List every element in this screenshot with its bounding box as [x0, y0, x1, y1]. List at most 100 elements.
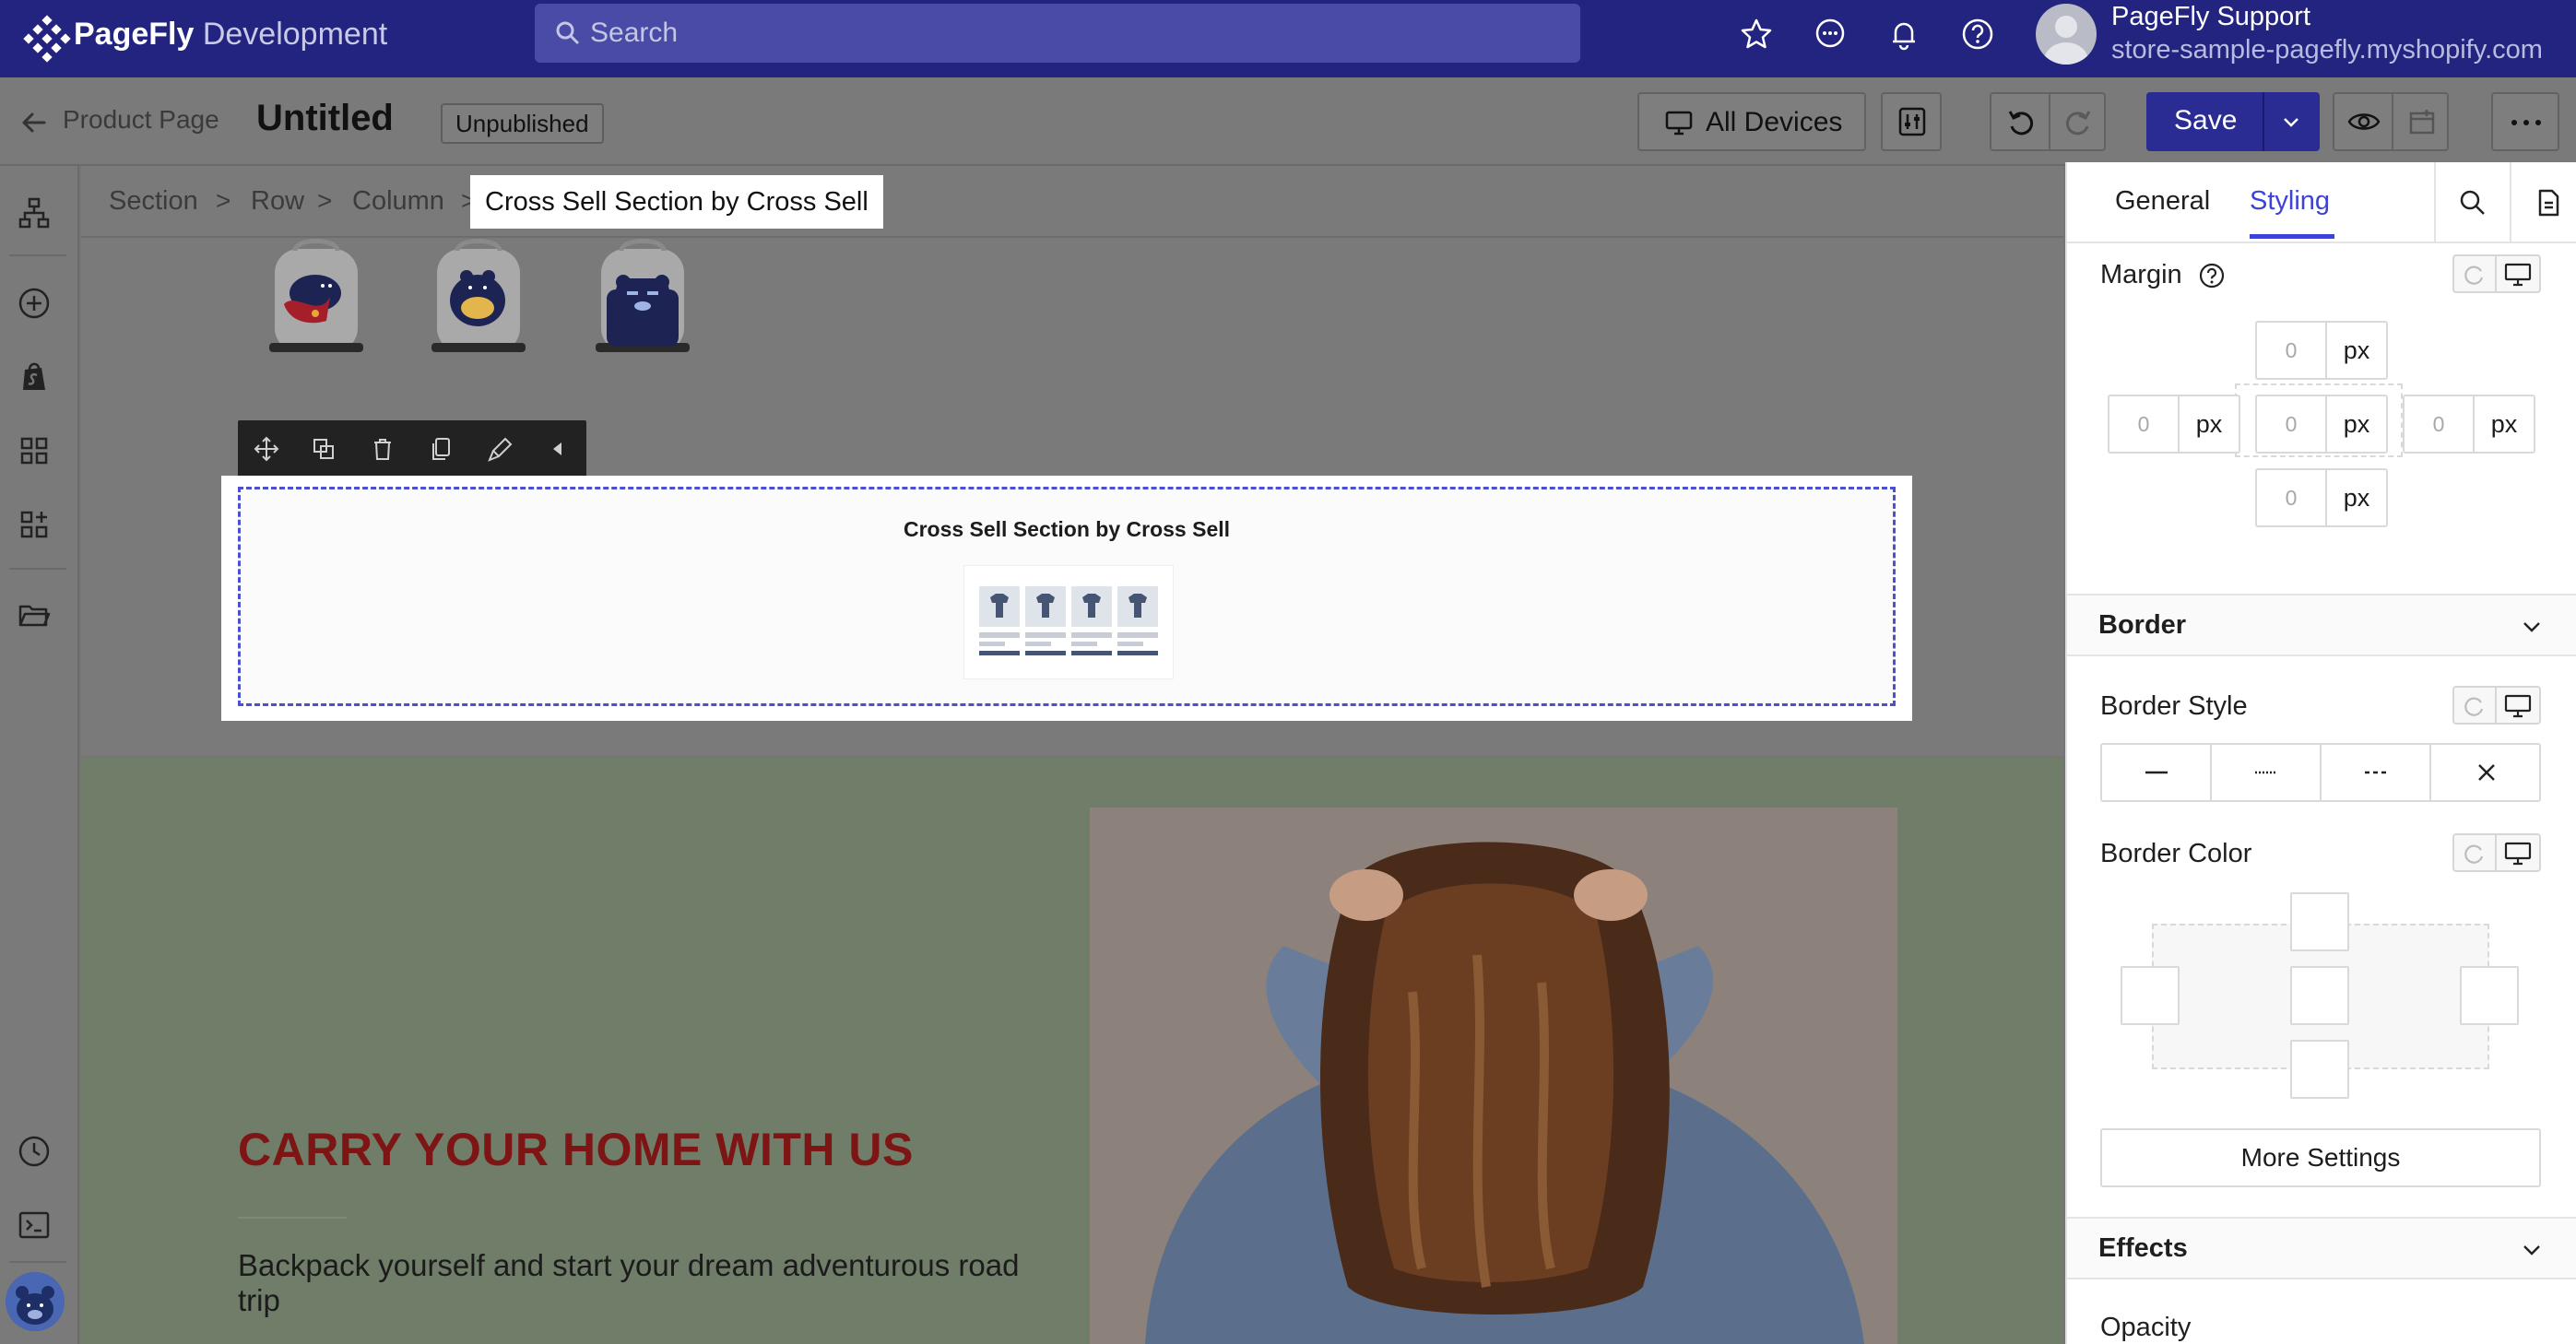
divider	[2049, 94, 2050, 149]
more-settings-button[interactable]: More Settings	[2100, 1128, 2541, 1187]
product-image[interactable]	[588, 236, 697, 358]
margin-top-input[interactable]: 0 px	[2255, 321, 2388, 380]
margin-unit[interactable]: px	[2327, 323, 2386, 378]
border-section-header[interactable]: Border	[2067, 594, 2576, 656]
undo-icon[interactable]	[2006, 108, 2036, 137]
document-panel-button[interactable]	[2510, 162, 2576, 243]
arrow-left-icon[interactable]	[18, 107, 50, 138]
margin-unit[interactable]: px	[2327, 470, 2386, 525]
user-avatar[interactable]	[2036, 4, 2097, 65]
breadcrumb-item-section[interactable]: Section	[109, 186, 198, 217]
product-image[interactable]	[424, 236, 533, 358]
margin-center-input[interactable]: 0 px	[2255, 395, 2388, 454]
chevron-down-icon[interactable]	[2277, 109, 2305, 136]
paint-icon[interactable]	[487, 435, 514, 463]
margin-label-text: Margin	[2100, 260, 2182, 289]
search-input[interactable]: Search	[535, 4, 1580, 63]
redo-icon[interactable]	[2063, 108, 2093, 137]
save-divider	[2263, 92, 2264, 151]
chevron-down-icon	[2519, 1237, 2545, 1263]
tab-styling[interactable]: Styling	[2250, 186, 2330, 217]
breadcrumb-item-active[interactable]: Cross Sell Section by Cross Sell	[470, 175, 883, 229]
move-icon[interactable]	[253, 435, 280, 463]
border-dotted-option[interactable]	[2212, 745, 2322, 800]
add-section-icon[interactable]	[17, 507, 52, 542]
settings-sliders-button[interactable]	[1881, 92, 1942, 151]
terminal-icon[interactable]	[17, 1208, 52, 1243]
hero-title[interactable]: CARRY YOUR HOME WITH US	[238, 1123, 914, 1176]
panel-tabs: General Styling	[2067, 162, 2576, 243]
pagefly-logo-icon	[20, 13, 74, 66]
user-name[interactable]: PageFly Support	[2111, 2, 2310, 32]
shopify-icon[interactable]	[17, 360, 52, 395]
brand-name: PageFly Development	[74, 17, 387, 53]
product-image[interactable]	[262, 236, 371, 358]
device-selector-button[interactable]: All Devices	[1637, 92, 1866, 151]
environment-label: Development	[202, 17, 388, 52]
help-icon[interactable]	[1960, 17, 1995, 52]
border-solid-option[interactable]	[2102, 745, 2212, 800]
margin-center-value: 0	[2257, 396, 2327, 452]
info-icon[interactable]	[2198, 262, 2226, 289]
monitor-icon[interactable]	[2454, 835, 2532, 867]
monitor-icon	[1665, 109, 1693, 136]
cross-sell-section[interactable]: Cross Sell Section by Cross Sell	[238, 487, 1896, 706]
border-color-bottom-swatch[interactable]	[2290, 1040, 2349, 1099]
margin-unit[interactable]: px	[2327, 396, 2386, 452]
page-title[interactable]: Untitled	[256, 98, 394, 139]
hero-image[interactable]	[1090, 808, 1897, 1344]
search-panel-button[interactable]	[2434, 162, 2510, 243]
eye-icon[interactable]	[2347, 107, 2381, 136]
grid-icon[interactable]	[17, 433, 52, 468]
styling-panel: General Styling Margin 0 px 0 px 0 px 0 …	[2065, 162, 2576, 1344]
chat-icon[interactable]	[1813, 17, 1848, 52]
border-style-selector	[2100, 743, 2541, 802]
editor-header: Product Page Untitled Unpublished All De…	[0, 77, 2576, 166]
monitor-icon[interactable]	[2454, 256, 2532, 288]
cross-sell-title: Cross Sell Section by Cross Sell	[903, 517, 1231, 541]
history-clock-icon[interactable]	[17, 1134, 52, 1169]
folder-icon[interactable]	[17, 597, 52, 632]
star-icon[interactable]	[1739, 17, 1774, 52]
hero-divider	[238, 1217, 347, 1219]
border-color-left-swatch[interactable]	[2121, 966, 2180, 1025]
copy-icon[interactable]	[428, 435, 455, 463]
border-none-option[interactable]	[2431, 745, 2541, 800]
border-color-right-swatch[interactable]	[2460, 966, 2519, 1025]
border-dashed-option[interactable]	[2322, 745, 2431, 800]
bear-avatar-icon[interactable]	[6, 1272, 65, 1331]
margin-unit[interactable]: px	[2180, 396, 2239, 452]
document-icon	[2534, 188, 2563, 218]
back-link[interactable]: Product Page	[63, 105, 219, 135]
border-style-label: Border Style	[2100, 691, 2248, 721]
duplicate-icon[interactable]	[310, 435, 337, 463]
margin-bottom-input[interactable]: 0 px	[2255, 468, 2388, 527]
bell-icon[interactable]	[1886, 17, 1921, 52]
breadcrumb-item-row[interactable]: Row	[251, 186, 304, 217]
margin-right-value: 0	[2405, 396, 2475, 452]
status-badge: Unpublished	[441, 103, 604, 144]
tab-general[interactable]: General	[2115, 186, 2210, 217]
devices-label: All Devices	[1706, 107, 1843, 137]
caret-left-icon[interactable]	[544, 435, 572, 463]
margin-right-input[interactable]: 0 px	[2403, 395, 2535, 454]
brand-label: PageFly	[74, 17, 195, 52]
margin-controls	[2452, 254, 2541, 293]
user-store[interactable]: store-sample-pagefly.myshopify.com	[2111, 35, 2543, 65]
margin-left-input[interactable]: 0 px	[2108, 395, 2240, 454]
add-element-icon[interactable]	[17, 286, 52, 321]
breadcrumb-separator: >	[317, 186, 333, 215]
breadcrumb-item-column[interactable]: Column	[352, 186, 444, 217]
layers-tree-icon[interactable]	[17, 195, 52, 230]
border-color-top-swatch[interactable]	[2290, 892, 2349, 951]
border-color-all-swatch[interactable]	[2290, 966, 2349, 1025]
effects-section-header[interactable]: Effects	[2067, 1217, 2576, 1279]
trash-icon[interactable]	[369, 435, 396, 463]
monitor-icon[interactable]	[2454, 688, 2532, 719]
history-group	[1990, 92, 2106, 151]
more-options-button[interactable]	[2491, 92, 2559, 151]
save-button[interactable]: Save	[2146, 92, 2320, 151]
hero-text[interactable]: Backpack yourself and start your dream a…	[238, 1248, 1068, 1318]
publish-icon[interactable]	[2408, 108, 2436, 136]
margin-unit[interactable]: px	[2475, 396, 2534, 452]
